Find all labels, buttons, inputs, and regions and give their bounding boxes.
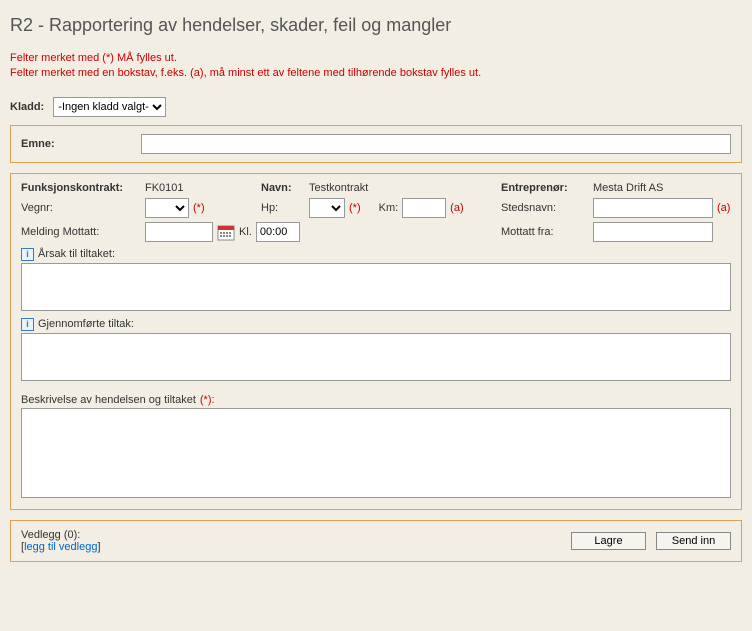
entre-value: Mesta Drift AS bbox=[593, 182, 663, 194]
funksjon-value: FK0101 bbox=[145, 182, 184, 194]
main-panel: Funksjonskontrakt: FK0101 Navn: Testkont… bbox=[10, 173, 742, 510]
stedsnavn-label: Stedsnavn: bbox=[501, 202, 589, 214]
vedlegg-panel: Vedlegg (0): [legg til vedlegg] Lagre Se… bbox=[10, 520, 742, 562]
gjennom-textarea[interactable] bbox=[21, 333, 731, 381]
mottatt-label: Melding Mottatt: bbox=[21, 226, 141, 238]
stedsnavn-req: (a) bbox=[717, 202, 730, 214]
hp-select[interactable] bbox=[309, 198, 345, 218]
kl-input[interactable] bbox=[256, 222, 300, 242]
required-notes: Felter merket med (*) MÅ fylles ut. Felt… bbox=[10, 51, 742, 82]
vegnr-select[interactable] bbox=[145, 198, 189, 218]
info-icon[interactable]: i bbox=[21, 248, 34, 261]
kladd-select[interactable]: -Ingen kladd valgt- bbox=[53, 97, 166, 117]
kl-label: Kl. bbox=[239, 226, 252, 238]
mottatt-date-input[interactable] bbox=[145, 222, 213, 242]
hp-label: Hp: bbox=[261, 202, 305, 214]
beskriv-label: Beskrivelse av hendelsen og tiltaket bbox=[21, 394, 196, 406]
beskriv-textarea[interactable] bbox=[21, 408, 731, 498]
navn-label: Navn: bbox=[261, 182, 305, 194]
entre-label: Entreprenør: bbox=[501, 182, 589, 194]
navn-value: Testkontrakt bbox=[309, 182, 368, 194]
funksjon-label: Funksjonskontrakt: bbox=[21, 182, 141, 194]
stedsnavn-input[interactable] bbox=[593, 198, 713, 218]
km-req: (a) bbox=[450, 202, 463, 214]
vedlegg-link[interactable]: legg til vedlegg bbox=[24, 541, 97, 553]
arsak-textarea[interactable] bbox=[21, 263, 731, 311]
beskriv-req: (*): bbox=[200, 394, 215, 406]
note-line2: Felter merket med en bokstav, f.eks. (a)… bbox=[10, 67, 481, 79]
arsak-label: Årsak til tiltaket: bbox=[38, 248, 115, 260]
page-title: R2 - Rapportering av hendelser, skader, … bbox=[10, 15, 742, 36]
mottatt-fra-input[interactable] bbox=[593, 222, 713, 242]
lagre-button[interactable]: Lagre bbox=[571, 532, 646, 550]
calendar-icon[interactable] bbox=[217, 223, 235, 241]
gjennom-label: Gjennomførte tiltak: bbox=[38, 318, 134, 330]
km-label: Km: bbox=[379, 202, 399, 214]
mottatt-fra-label: Mottatt fra: bbox=[501, 226, 589, 238]
send-inn-button[interactable]: Send inn bbox=[656, 532, 731, 550]
emne-panel: Emne: bbox=[10, 125, 742, 163]
emne-input[interactable] bbox=[141, 134, 731, 154]
vedlegg-label: Vedlegg (0): bbox=[21, 529, 80, 541]
kladd-label: Kladd: bbox=[10, 101, 44, 113]
km-input[interactable] bbox=[402, 198, 446, 218]
vegnr-req: (*) bbox=[193, 202, 205, 214]
info-icon[interactable]: i bbox=[21, 318, 34, 331]
vegnr-label: Vegnr: bbox=[21, 202, 141, 214]
emne-label: Emne: bbox=[21, 138, 131, 150]
hp-req: (*) bbox=[349, 202, 361, 214]
note-line1: Felter merket med (*) MÅ fylles ut. bbox=[10, 52, 177, 64]
